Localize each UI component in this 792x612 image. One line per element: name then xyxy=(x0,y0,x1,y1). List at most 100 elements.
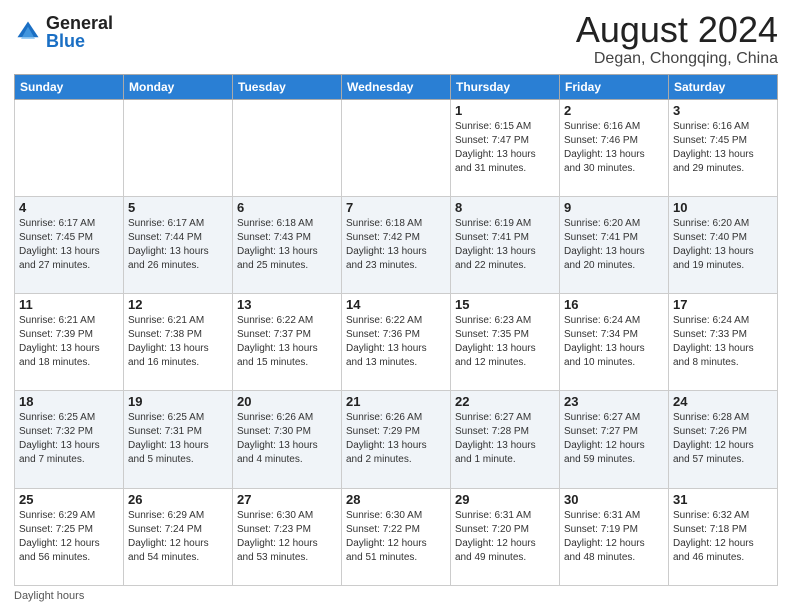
calendar-cell: 30Sunrise: 6:31 AM Sunset: 7:19 PM Dayli… xyxy=(560,488,669,585)
weekday-header-friday: Friday xyxy=(560,74,669,99)
calendar-cell: 16 Sunrise: 6:24 AM Sunset: 7:34 PM Dayli… xyxy=(560,294,669,391)
calendar-cell: 14 Sunrise: 6:22 AM Sunset: 7:36 PM Dayli… xyxy=(342,294,451,391)
day-number: 2 xyxy=(564,103,664,118)
calendar-cell: 26Sunrise: 6:29 AM Sunset: 7:24 PM Dayli… xyxy=(124,488,233,585)
day-number: 10 xyxy=(673,200,773,215)
day-info: Sunrise: 6:26 AM Sunset: 7:29 PM Dayligh… xyxy=(346,411,446,467)
day-number: 3 xyxy=(673,103,773,118)
month-title: August 2024 xyxy=(576,10,778,50)
day-number: 12 xyxy=(128,297,228,312)
day-info: Sunrise: 6:25 AM Sunset: 7:32 PM Dayligh… xyxy=(19,411,119,467)
day-info: Sunrise: 6:20 AM Sunset: 7:40 PM Dayligh… xyxy=(673,217,773,273)
calendar-cell: 24 Sunrise: 6:28 AM Sunset: 7:26 PM Dayli… xyxy=(669,391,778,488)
weekday-header-thursday: Thursday xyxy=(451,74,560,99)
day-number: 29 xyxy=(455,492,555,507)
day-number: 20 xyxy=(237,394,337,409)
day-info: Sunrise: 6:25 AM Sunset: 7:31 PM Dayligh… xyxy=(128,411,228,467)
calendar-cell: 25Sunrise: 6:29 AM Sunset: 7:25 PM Dayli… xyxy=(15,488,124,585)
calendar-cell: 17Sunrise: 6:24 AM Sunset: 7:33 PM Dayli… xyxy=(669,294,778,391)
calendar-week-row: 18 Sunrise: 6:25 AM Sunset: 7:32 PM Dayli… xyxy=(15,391,778,488)
calendar-cell: 19 Sunrise: 6:25 AM Sunset: 7:31 PM Dayli… xyxy=(124,391,233,488)
day-info: Sunrise: 6:16 AM Sunset: 7:46 PM Dayligh… xyxy=(564,120,664,176)
day-number: 7 xyxy=(346,200,446,215)
calendar-cell xyxy=(342,99,451,196)
day-info: Sunrise: 6:19 AM Sunset: 7:41 PM Dayligh… xyxy=(455,217,555,273)
weekday-header-sunday: Sunday xyxy=(15,74,124,99)
calendar-cell xyxy=(233,99,342,196)
day-number: 24 xyxy=(673,394,773,409)
day-info: Sunrise: 6:21 AM Sunset: 7:39 PM Dayligh… xyxy=(19,314,119,370)
logo-icon xyxy=(14,18,42,46)
calendar-cell: 15Sunrise: 6:23 AM Sunset: 7:35 PM Dayli… xyxy=(451,294,560,391)
day-info: Sunrise: 6:28 AM Sunset: 7:26 PM Dayligh… xyxy=(673,411,773,467)
day-info: Sunrise: 6:30 AM Sunset: 7:23 PM Dayligh… xyxy=(237,509,337,565)
day-number: 28 xyxy=(346,492,446,507)
day-info: Sunrise: 6:24 AM Sunset: 7:34 PM Dayligh… xyxy=(564,314,664,370)
day-number: 14 xyxy=(346,297,446,312)
day-number: 19 xyxy=(128,394,228,409)
logo: General Blue xyxy=(14,14,113,50)
day-number: 13 xyxy=(237,297,337,312)
day-info: Sunrise: 6:22 AM Sunset: 7:37 PM Dayligh… xyxy=(237,314,337,370)
calendar-cell: 5 Sunrise: 6:17 AM Sunset: 7:44 PM Daylig… xyxy=(124,196,233,293)
calendar-week-row: 1Sunrise: 6:15 AM Sunset: 7:47 PM Daylig… xyxy=(15,99,778,196)
calendar-cell: 11 Sunrise: 6:21 AM Sunset: 7:39 PM Dayli… xyxy=(15,294,124,391)
day-number: 22 xyxy=(455,394,555,409)
calendar-cell: 6 Sunrise: 6:18 AM Sunset: 7:43 PM Daylig… xyxy=(233,196,342,293)
day-number: 5 xyxy=(128,200,228,215)
calendar-cell: 27Sunrise: 6:30 AM Sunset: 7:23 PM Dayli… xyxy=(233,488,342,585)
day-info: Sunrise: 6:29 AM Sunset: 7:24 PM Dayligh… xyxy=(128,509,228,565)
day-info: Sunrise: 6:30 AM Sunset: 7:22 PM Dayligh… xyxy=(346,509,446,565)
day-number: 23 xyxy=(564,394,664,409)
day-info: Sunrise: 6:18 AM Sunset: 7:42 PM Dayligh… xyxy=(346,217,446,273)
day-info: Sunrise: 6:27 AM Sunset: 7:28 PM Dayligh… xyxy=(455,411,555,467)
calendar-cell xyxy=(15,99,124,196)
day-info: Sunrise: 6:16 AM Sunset: 7:45 PM Dayligh… xyxy=(673,120,773,176)
day-number: 21 xyxy=(346,394,446,409)
day-info: Sunrise: 6:31 AM Sunset: 7:19 PM Dayligh… xyxy=(564,509,664,565)
calendar-cell: 18 Sunrise: 6:25 AM Sunset: 7:32 PM Dayli… xyxy=(15,391,124,488)
calendar-cell: 8 Sunrise: 6:19 AM Sunset: 7:41 PM Daylig… xyxy=(451,196,560,293)
day-info: Sunrise: 6:26 AM Sunset: 7:30 PM Dayligh… xyxy=(237,411,337,467)
calendar-cell: 4 Sunrise: 6:17 AM Sunset: 7:45 PM Daylig… xyxy=(15,196,124,293)
calendar-cell: 29 Sunrise: 6:31 AM Sunset: 7:20 PM Dayli… xyxy=(451,488,560,585)
calendar-cell: 9Sunrise: 6:20 AM Sunset: 7:41 PM Daylig… xyxy=(560,196,669,293)
day-info: Sunrise: 6:22 AM Sunset: 7:36 PM Dayligh… xyxy=(346,314,446,370)
day-number: 15 xyxy=(455,297,555,312)
day-info: Sunrise: 6:17 AM Sunset: 7:45 PM Dayligh… xyxy=(19,217,119,273)
calendar-cell xyxy=(124,99,233,196)
day-info: Sunrise: 6:29 AM Sunset: 7:25 PM Dayligh… xyxy=(19,509,119,565)
day-number: 31 xyxy=(673,492,773,507)
day-info: Sunrise: 6:31 AM Sunset: 7:20 PM Dayligh… xyxy=(455,509,555,565)
calendar-cell: 12Sunrise: 6:21 AM Sunset: 7:38 PM Dayli… xyxy=(124,294,233,391)
day-info: Sunrise: 6:18 AM Sunset: 7:43 PM Dayligh… xyxy=(237,217,337,273)
footer-note: Daylight hours xyxy=(14,590,778,602)
calendar-week-row: 25Sunrise: 6:29 AM Sunset: 7:25 PM Dayli… xyxy=(15,488,778,585)
calendar-table: SundayMondayTuesdayWednesdayThursdayFrid… xyxy=(14,74,778,586)
calendar-cell: 23 Sunrise: 6:27 AM Sunset: 7:27 PM Dayli… xyxy=(560,391,669,488)
header-row: General Blue August 2024 Degan, Chongqin… xyxy=(14,10,778,68)
logo-general-text: General xyxy=(46,13,113,33)
weekday-header-wednesday: Wednesday xyxy=(342,74,451,99)
logo-blue-text: Blue xyxy=(46,31,85,51)
day-number: 11 xyxy=(19,297,119,312)
weekday-header-tuesday: Tuesday xyxy=(233,74,342,99)
day-number: 18 xyxy=(19,394,119,409)
day-number: 6 xyxy=(237,200,337,215)
day-info: Sunrise: 6:27 AM Sunset: 7:27 PM Dayligh… xyxy=(564,411,664,467)
day-info: Sunrise: 6:17 AM Sunset: 7:44 PM Dayligh… xyxy=(128,217,228,273)
calendar-cell: 28 Sunrise: 6:30 AM Sunset: 7:22 PM Dayli… xyxy=(342,488,451,585)
weekday-header-monday: Monday xyxy=(124,74,233,99)
daylight-label: Daylight hours xyxy=(14,590,84,602)
day-info: Sunrise: 6:20 AM Sunset: 7:41 PM Dayligh… xyxy=(564,217,664,273)
calendar-week-row: 4 Sunrise: 6:17 AM Sunset: 7:45 PM Daylig… xyxy=(15,196,778,293)
day-number: 16 xyxy=(564,297,664,312)
day-number: 4 xyxy=(19,200,119,215)
calendar-cell: 10 Sunrise: 6:20 AM Sunset: 7:40 PM Dayli… xyxy=(669,196,778,293)
calendar-cell: 22 Sunrise: 6:27 AM Sunset: 7:28 PM Dayli… xyxy=(451,391,560,488)
day-number: 8 xyxy=(455,200,555,215)
day-info: Sunrise: 6:32 AM Sunset: 7:18 PM Dayligh… xyxy=(673,509,773,565)
weekday-header-saturday: Saturday xyxy=(669,74,778,99)
location-title: Degan, Chongqing, China xyxy=(576,50,778,68)
calendar-cell: 3 Sunrise: 6:16 AM Sunset: 7:45 PM Daylig… xyxy=(669,99,778,196)
